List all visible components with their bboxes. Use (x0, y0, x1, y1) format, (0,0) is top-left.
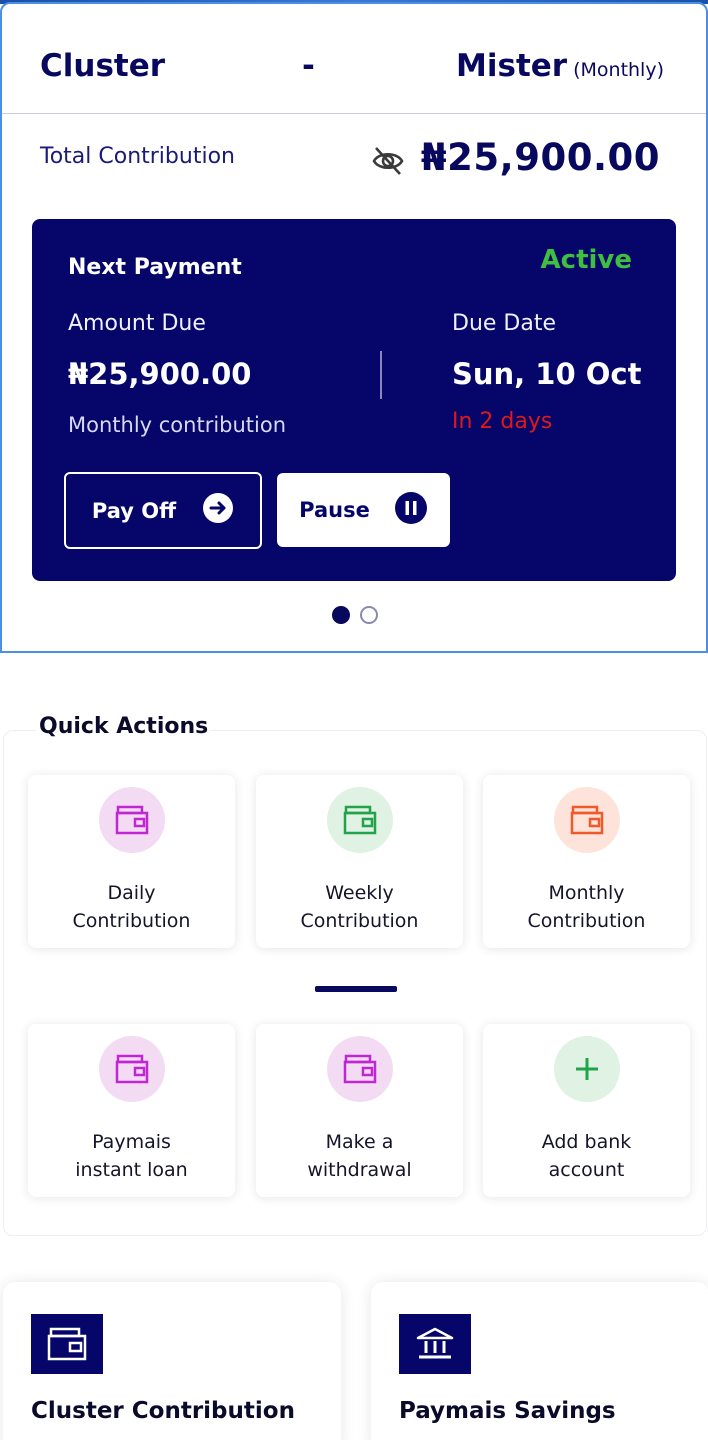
wallet-icon (553, 787, 620, 853)
group-name: Cluster (40, 48, 166, 84)
cluster-contribution-label: Cluster Contribution (31, 1398, 295, 1424)
tile-label-line1: Daily (107, 882, 156, 904)
pause-button[interactable]: Pause (277, 473, 450, 547)
pause-label: Pause (299, 498, 370, 522)
bank-icon (399, 1314, 471, 1374)
carousel-pagination (332, 606, 378, 624)
tile-label-line1: Paymais (92, 1131, 171, 1153)
next-payment-heading: Next Payment (68, 255, 242, 280)
due-date-value: Sun, 10 Oct (452, 357, 642, 391)
member-name: Mister (456, 48, 568, 84)
wallet-icon (31, 1314, 103, 1374)
amount-due-label: Amount Due (68, 311, 206, 336)
carousel-dot-2[interactable] (360, 606, 378, 624)
eye-off-icon[interactable] (370, 144, 406, 178)
quick-actions-title: Quick Actions (36, 714, 212, 739)
tile-label-line2: withdrawal (307, 1159, 412, 1181)
tile-label: Paymais instant loan (28, 1128, 235, 1184)
member-info: Mister (Monthly) (456, 48, 664, 84)
amount-due-value: ₦25,900.00 (68, 357, 252, 391)
tile-label-line2: instant loan (75, 1159, 188, 1181)
carousel-dot-1[interactable] (332, 606, 350, 624)
wallet-icon (98, 1036, 165, 1102)
status-badge: Active (540, 245, 632, 275)
weekly-contribution-tile[interactable]: Weekly Contribution (256, 775, 463, 948)
frequency-label: (Monthly) (573, 59, 664, 81)
paymais-savings-label: Paymais Savings (399, 1398, 616, 1424)
tile-label-line1: Make a (325, 1131, 394, 1153)
paymais-savings-card[interactable]: Paymais Savings (371, 1282, 708, 1440)
title-row: Cluster - Mister (Monthly) (2, 4, 706, 114)
tile-label-line2: Contribution (72, 910, 191, 932)
daily-contribution-tile[interactable]: Daily Contribution (28, 775, 235, 948)
title-separator: - (302, 48, 315, 84)
next-payment-panel: Next Payment Active Amount Due ₦25,900.0… (32, 219, 676, 581)
tile-label-line1: Monthly (548, 882, 625, 904)
tile-label: Monthly Contribution (483, 879, 690, 935)
tile-label-line2: account (548, 1159, 625, 1181)
amount-note: Monthly contribution (68, 413, 287, 437)
wallet-icon (326, 1036, 393, 1102)
tile-label-line1: Weekly (325, 882, 394, 904)
tile-label: Daily Contribution (28, 879, 235, 935)
tile-label: Weekly Contribution (256, 879, 463, 935)
instant-loan-tile[interactable]: Paymais instant loan (28, 1024, 235, 1197)
arrow-right-icon (202, 492, 234, 529)
wallet-icon (98, 787, 165, 853)
tile-label-line2: Contribution (300, 910, 419, 932)
monthly-contribution-tile[interactable]: Monthly Contribution (483, 775, 690, 948)
withdrawal-tile[interactable]: Make a withdrawal (256, 1024, 463, 1197)
wallet-icon (326, 787, 393, 853)
add-bank-account-tile[interactable]: Add bank account (483, 1024, 690, 1197)
tile-label: Make a withdrawal (256, 1128, 463, 1184)
cluster-contribution-card[interactable]: Cluster Contribution (3, 1282, 341, 1440)
pay-off-label: Pay Off (91, 498, 177, 523)
plus-icon (553, 1036, 620, 1102)
quick-actions-page-indicator (315, 986, 397, 992)
pause-icon (394, 491, 428, 530)
tile-label: Add bank account (483, 1128, 690, 1184)
pay-off-button[interactable]: Pay Off (64, 472, 262, 549)
due-countdown: In 2 days (452, 409, 553, 434)
tile-label-line2: Contribution (527, 910, 646, 932)
total-contribution-label: Total Contribution (40, 144, 235, 169)
total-contribution-value: ₦25,900.00 (420, 136, 660, 179)
tile-label-line1: Add bank (541, 1131, 632, 1153)
contribution-summary-card: Cluster - Mister (Monthly) Total Contrib… (0, 2, 708, 653)
panel-divider (380, 351, 382, 399)
due-date-label: Due Date (452, 311, 556, 336)
